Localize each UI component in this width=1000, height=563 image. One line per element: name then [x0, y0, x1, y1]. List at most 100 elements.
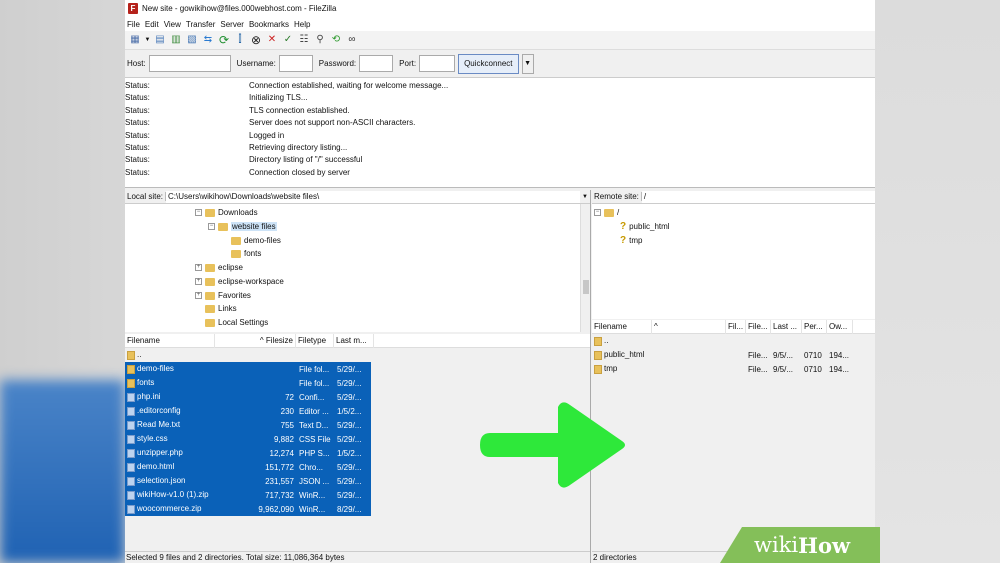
toggle-local-tree-icon[interactable]: ▥	[169, 33, 183, 47]
log-row: Status: Directory listing of "/" successf…	[125, 155, 875, 167]
process-queue-icon[interactable]: ⫿	[233, 33, 247, 47]
refresh-icon[interactable]: ⟳	[217, 33, 231, 47]
tree-item[interactable]: Links	[205, 302, 237, 315]
tree-item[interactable]: fonts	[231, 247, 261, 260]
dropdown-icon[interactable]: ▼	[144, 33, 151, 47]
local-tree-scrollbar[interactable]	[580, 204, 590, 332]
local-file-row[interactable]: ..	[125, 348, 590, 362]
tree-item-label: public_html	[629, 222, 670, 231]
column-last-modified[interactable]: Last ...	[771, 319, 802, 334]
local-file-row[interactable]: demo.html 151,772 Chro... 5/29/...	[125, 460, 371, 474]
log-message: Retrieving directory listing...	[249, 142, 348, 152]
menu-transfer[interactable]: Transfer	[186, 20, 216, 29]
column-filesize[interactable]: Fil...	[726, 319, 746, 334]
host-label: Host:	[127, 59, 146, 68]
local-file-type: File fol...	[299, 364, 330, 374]
sync-browse-icon[interactable]: ⟲	[329, 33, 343, 47]
log-row: Status: Server does not support non-ASCII…	[125, 118, 875, 130]
tree-item[interactable]: Local Settings	[205, 316, 268, 329]
remote-file-row[interactable]: ..	[592, 334, 875, 348]
disconnect-icon[interactable]: ✕	[265, 33, 279, 47]
file-icon	[127, 406, 135, 416]
compare-icon[interactable]: ⚲	[313, 33, 327, 47]
quickconnect-dropdown-icon[interactable]: ▼	[521, 53, 534, 74]
host-input[interactable]	[148, 55, 231, 72]
username-input[interactable]	[278, 55, 313, 72]
local-file-row[interactable]: wikiHow-v1.0 (1).zip 717,732 WinR... 5/29/.…	[125, 488, 371, 502]
folder-icon	[127, 364, 135, 374]
toggle-queue-icon[interactable]: ⇆	[201, 33, 215, 47]
column-filetype[interactable]: Filetype	[296, 333, 334, 348]
column-filename[interactable]: Filename	[592, 319, 652, 334]
local-file-row[interactable]: unzipper.php 12,274 PHP S... 1/5/2...	[125, 446, 371, 460]
local-file-row[interactable]: selection.json 231,557 JSON ... 5/29/...	[125, 474, 371, 488]
tree-item[interactable]: − Downloads	[195, 206, 258, 219]
local-file-type: File fol...	[299, 378, 330, 388]
reconnect-icon[interactable]: ✓	[281, 33, 295, 47]
tree-item[interactable]: + eclipse	[195, 261, 243, 274]
cancel-icon[interactable]: ⊗	[249, 33, 263, 47]
tree-item-label: Downloads	[218, 208, 258, 217]
local-file-type: Editor ...	[299, 406, 329, 416]
local-file-row[interactable]: .editorconfig 230 Editor ... 1/5/2...	[125, 404, 371, 418]
local-file-modified: 5/29/...	[337, 434, 362, 444]
tree-item[interactable]: + eclipse-workspace	[195, 275, 284, 288]
file-icon	[127, 434, 135, 444]
expand-icon[interactable]: +	[195, 264, 202, 271]
quickconnect-bar: Host: Username: Password: Port: Quickcon…	[125, 50, 875, 78]
site-manager-icon[interactable]: ▦	[128, 33, 142, 47]
local-file-row[interactable]: style.css 9,882 CSS File 5/29/...	[125, 432, 371, 446]
sort-indicator: ^	[652, 319, 726, 334]
collapse-icon[interactable]: −	[208, 223, 215, 230]
column-filename[interactable]: Filename	[125, 333, 215, 348]
tree-item-label: Favorites	[218, 291, 251, 300]
tree-item[interactable]: − website files	[208, 220, 277, 233]
menu-server[interactable]: Server	[220, 20, 244, 29]
password-input[interactable]	[359, 55, 394, 72]
tree-item-label: Local Settings	[218, 318, 269, 327]
remote-file-row[interactable]: public_html File... 9/5/... 0710 194...	[592, 348, 875, 362]
folder-icon	[205, 277, 215, 286]
column-last-modified[interactable]: Last m...	[334, 333, 374, 348]
local-file-name: style.css	[125, 434, 215, 444]
toggle-log-icon[interactable]: ▤	[153, 33, 167, 47]
scroll-thumb[interactable]	[583, 280, 589, 294]
local-path-input[interactable]: C:\Users\wikihow\Downloads\website files…	[166, 190, 580, 203]
remote-file-name: public_html	[592, 350, 726, 360]
menu-file[interactable]: File	[127, 20, 140, 29]
column-filetype[interactable]: File...	[746, 319, 771, 334]
menu-view[interactable]: View	[164, 20, 181, 29]
tree-item[interactable]: demo-files	[231, 234, 281, 247]
column-permissions[interactable]: Per...	[802, 319, 827, 334]
remote-file-row[interactable]: tmp File... 9/5/... 0710 194...	[592, 362, 875, 376]
tree-item[interactable]: ? public_html	[620, 220, 670, 233]
expand-icon[interactable]: +	[195, 292, 202, 299]
column-filesize[interactable]: ^ Filesize	[215, 333, 296, 348]
binoculars-icon[interactable]: ∞	[345, 33, 359, 47]
collapse-icon[interactable]: −	[195, 209, 202, 216]
file-name-text: wikiHow-v1.0 (1).zip	[137, 490, 209, 500]
toggle-remote-tree-icon[interactable]: ▧	[185, 33, 199, 47]
tree-item[interactable]: ? tmp	[620, 234, 642, 247]
remote-path-input[interactable]: /	[641, 190, 875, 203]
tree-item[interactable]: + Favorites	[195, 289, 251, 302]
remote-file-type: File...	[748, 350, 768, 360]
menu-help[interactable]: Help	[294, 20, 310, 29]
local-file-row[interactable]: php.ini 72 Confi... 5/29/...	[125, 390, 371, 404]
port-input[interactable]	[419, 55, 456, 72]
menu-edit[interactable]: Edit	[145, 20, 159, 29]
local-file-row[interactable]: Read Me.txt 755 Text D... 5/29/...	[125, 418, 371, 432]
local-path-dropdown-icon[interactable]: ▼	[580, 194, 590, 200]
expand-icon[interactable]: +	[195, 278, 202, 285]
quickconnect-button[interactable]: Quickconnect	[458, 53, 519, 74]
collapse-icon[interactable]: −	[594, 209, 601, 216]
log-message: Connection closed by server	[249, 167, 350, 177]
local-file-row[interactable]: woocommerce.zip 9,962,090 WinR... 8/29/...	[125, 502, 371, 516]
column-owner[interactable]: Ow...	[827, 319, 853, 334]
menu-bookmarks[interactable]: Bookmarks	[249, 20, 289, 29]
local-file-row[interactable]: fonts File fol... 5/29/...	[125, 376, 371, 390]
tree-item[interactable]: − /	[594, 206, 619, 219]
directory-filter-icon[interactable]: ☷	[297, 33, 311, 47]
local-file-row[interactable]: demo-files File fol... 5/29/...	[125, 362, 371, 376]
local-file-size: 72	[285, 392, 294, 402]
